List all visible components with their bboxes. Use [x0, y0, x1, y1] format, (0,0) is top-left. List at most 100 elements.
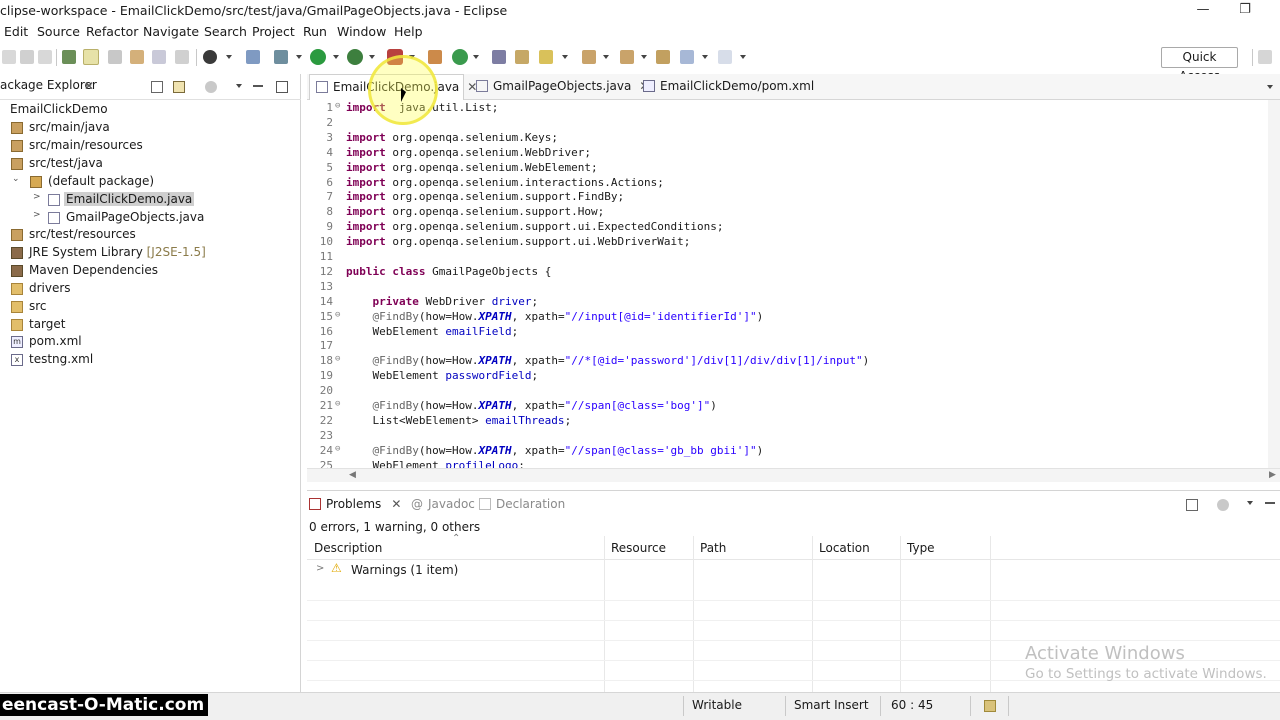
vertical-scrollbar[interactable] [1268, 100, 1280, 468]
menu-project[interactable]: Project [252, 24, 295, 39]
code-line[interactable]: 2 [307, 116, 1280, 131]
open-folder-icon[interactable] [515, 50, 529, 64]
new-icon[interactable] [2, 50, 16, 64]
menu-refactor[interactable]: Refactor [86, 24, 138, 39]
tree-item[interactable]: target [0, 316, 300, 334]
fold-toggle-icon[interactable]: ⊖ [335, 310, 340, 320]
code-line[interactable]: 7 import org.openqa.selenium.support.Find… [307, 190, 1280, 205]
code-line[interactable]: 19 WebElement passwordField; [307, 369, 1280, 384]
chevron-down-icon[interactable] [1247, 501, 1253, 505]
column-description[interactable]: Description [314, 541, 382, 555]
package-explorer-tab[interactable]: ackage Explorer [0, 78, 97, 92]
code-line[interactable]: 6 import org.openqa.selenium.interactions… [307, 176, 1280, 191]
tree-item[interactable]: m pom.xml [0, 333, 300, 351]
close-icon[interactable]: ✕ [84, 79, 94, 93]
prev-edit-icon[interactable] [620, 50, 634, 64]
run-icon[interactable] [310, 49, 326, 65]
chevron-down-icon[interactable] [296, 55, 302, 59]
skip-breakpoints-icon[interactable] [62, 50, 76, 64]
chevron-down-icon[interactable] [236, 84, 242, 88]
fold-toggle-icon[interactable]: ⊖ [335, 399, 340, 409]
chevron-down-icon[interactable] [226, 55, 232, 59]
horizontal-scrollbar[interactable]: ◀ ▶ [307, 468, 1280, 482]
column-path[interactable]: Path [700, 541, 726, 555]
tree-item[interactable]: src/main/java [0, 119, 300, 137]
filter-icon[interactable] [1186, 499, 1198, 511]
code-line[interactable]: 23 [307, 429, 1280, 444]
menu-window[interactable]: Window [337, 24, 386, 39]
menu-edit[interactable]: Edit [4, 24, 28, 39]
chevron-down-icon[interactable] [473, 55, 479, 59]
tree-item[interactable]: src/main/resources [0, 137, 300, 155]
chevron-right-icon[interactable]: > [33, 210, 43, 220]
menu-help[interactable]: Help [394, 24, 423, 39]
show-whitespace-icon[interactable] [175, 50, 189, 64]
tree-item[interactable]: ⌄ (default package) [0, 173, 300, 191]
tab-declaration[interactable]: Declaration [479, 497, 565, 511]
back-arrow-icon[interactable] [680, 50, 694, 64]
minimize-icon[interactable] [1265, 502, 1275, 504]
chevron-down-icon[interactable] [1267, 85, 1273, 89]
column-type[interactable]: Type [907, 541, 935, 555]
fold-toggle-icon[interactable]: ⊖ [335, 101, 340, 111]
fold-toggle-icon[interactable]: ⊖ [335, 354, 340, 364]
highlight-icon[interactable] [83, 49, 99, 65]
chevron-down-icon[interactable]: ⌄ [12, 174, 22, 184]
code-line[interactable]: 5 import org.openqa.selenium.WebElement; [307, 161, 1280, 176]
writable-lock-icon[interactable] [984, 700, 996, 712]
code-line[interactable]: 25 WebElement profileLogo; [307, 459, 1280, 468]
quick-access-input[interactable]: Quick Access [1161, 47, 1238, 83]
code-line[interactable]: 16 WebElement emailField; [307, 325, 1280, 340]
launch-icon[interactable] [246, 50, 260, 64]
minimize-icon[interactable] [253, 85, 263, 87]
code-line[interactable]: 17 [307, 339, 1280, 354]
chevron-down-icon[interactable] [369, 55, 375, 59]
chevron-down-icon[interactable] [333, 55, 339, 59]
code-line[interactable]: 24 ⊖ @FindBy(how=How.XPATH, xpath="//span… [307, 444, 1280, 459]
last-edit-icon[interactable] [656, 50, 670, 64]
code-line[interactable]: 11 [307, 250, 1280, 265]
code-line[interactable]: 22 List<WebElement> emailThreads; [307, 414, 1280, 429]
chevron-down-icon[interactable] [702, 55, 708, 59]
new-class-icon[interactable] [452, 49, 468, 65]
save-icon[interactable] [20, 50, 34, 64]
scroll-right-icon[interactable]: ▶ [1269, 470, 1276, 480]
tree-item[interactable]: > EmailClickDemo.java [0, 191, 300, 209]
code-line[interactable]: 10 import org.openqa.selenium.support.ui.… [307, 235, 1280, 250]
new-java-project-icon[interactable] [428, 50, 442, 64]
tab-gmailpageobjects[interactable]: GmailPageObjects.java✕ [470, 74, 649, 100]
code-line[interactable]: 20 [307, 384, 1280, 399]
chevron-right-icon[interactable]: > [33, 192, 43, 202]
menu-navigate[interactable]: Navigate [143, 24, 199, 39]
code-line[interactable]: 13 [307, 280, 1280, 295]
perspective-icon[interactable] [1258, 50, 1272, 64]
code-line[interactable]: 8 import org.openqa.selenium.support.How; [307, 205, 1280, 220]
toggle-mark-icon[interactable] [152, 50, 166, 64]
save-all-icon[interactable] [38, 50, 52, 64]
maximize-icon[interactable] [276, 81, 288, 93]
chevron-down-icon[interactable] [641, 55, 647, 59]
scroll-left-icon[interactable]: ◀ [349, 470, 356, 480]
tree-item[interactable]: Maven Dependencies [0, 262, 300, 280]
column-resource[interactable]: Resource [611, 541, 666, 555]
tab-problems[interactable]: Problems ✕ [309, 497, 401, 511]
tree-item[interactable]: drivers [0, 280, 300, 298]
tree-item[interactable]: src/test/resources [0, 226, 300, 244]
next-edit-icon[interactable] [582, 50, 596, 64]
code-line[interactable]: 4 import org.openqa.selenium.WebDriver; [307, 146, 1280, 161]
code-line[interactable]: 12 public class GmailPageObjects { [307, 265, 1280, 280]
column-location[interactable]: Location [819, 541, 870, 555]
tab-javadoc[interactable]: @ Javadoc [411, 497, 475, 511]
open-type-icon[interactable] [130, 50, 144, 64]
code-line[interactable]: 3 import org.openqa.selenium.Keys; [307, 131, 1280, 146]
menu-search[interactable]: Search [204, 24, 247, 39]
table-row[interactable]: > ⚠ Warnings (1 item) [307, 560, 1280, 580]
minimize-button[interactable]: — [1193, 2, 1213, 17]
chevron-down-icon[interactable] [562, 55, 568, 59]
link-with-editor-icon[interactable] [173, 81, 185, 93]
code-line[interactable]: 21 ⊖ @FindBy(how=How.XPATH, xpath="//span… [307, 399, 1280, 414]
forward-arrow-icon[interactable] [718, 50, 732, 64]
code-line[interactable]: 18 ⊖ @FindBy(how=How.XPATH, xpath="//*[@i… [307, 354, 1280, 369]
code-line[interactable]: 14 private WebDriver driver; [307, 295, 1280, 310]
tree-item[interactable]: > GmailPageObjects.java [0, 209, 300, 227]
